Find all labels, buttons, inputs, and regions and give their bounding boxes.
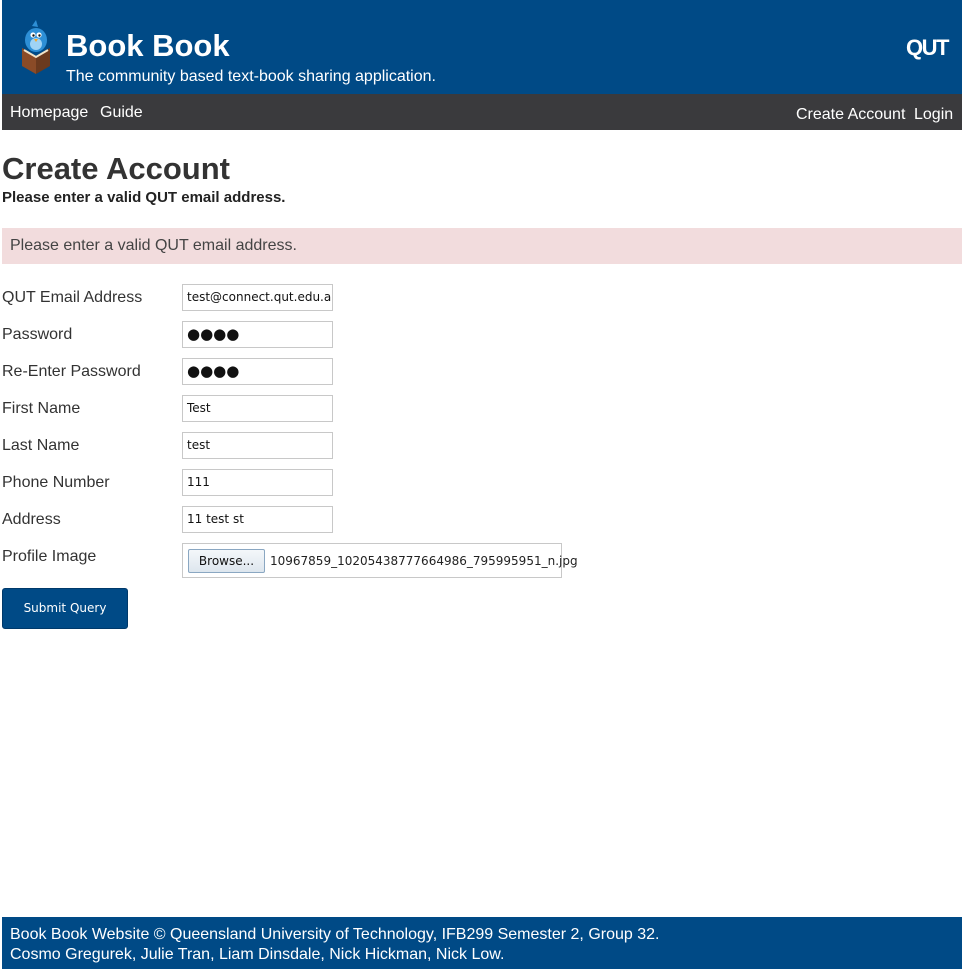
first-name-field[interactable]: Test <box>182 395 333 422</box>
email-label: QUT Email Address <box>2 289 143 306</box>
footer-credits: Cosmo Gregurek, Julie Tran, Liam Dinsdal… <box>10 946 505 963</box>
first-name-label: First Name <box>2 400 81 417</box>
password-label: Password <box>2 326 73 343</box>
profile-image-file-input[interactable]: Browse... 10967859_10205438777664986_795… <box>182 543 578 578</box>
site-footer: Book Book Website © Queensland Universit… <box>2 917 962 969</box>
site-header: Book Book The community based text-book … <box>2 0 962 94</box>
nav-link-homepage[interactable]: Homepage <box>10 103 88 123</box>
address-field[interactable]: 11 test st <box>182 506 333 533</box>
page-subtitle: Please enter a valid QUT email address. <box>2 189 286 206</box>
site-tagline: The community based text-book sharing ap… <box>66 68 436 85</box>
nav-link-guide[interactable]: Guide <box>100 103 143 123</box>
page-title: Create Account <box>2 151 230 186</box>
error-alert: Please enter a valid QUT email address. <box>2 228 962 264</box>
password-field[interactable]: ●●●● <box>182 321 333 348</box>
address-label: Address <box>2 511 61 528</box>
last-name-label: Last Name <box>2 437 80 454</box>
page: Book Book The community based text-book … <box>0 0 962 969</box>
email-field[interactable]: test@connect.qut.edu.au <box>182 284 333 311</box>
main-navigation: Homepage Guide Create Account Login <box>2 94 962 130</box>
site-title[interactable]: Book Book <box>66 26 230 66</box>
reenter-password-label: Re-Enter Password <box>2 363 141 380</box>
last-name-field[interactable]: test <box>182 432 333 459</box>
nav-link-login[interactable]: Login <box>914 105 953 125</box>
profile-image-label: Profile Image <box>2 548 97 565</box>
phone-number-field[interactable]: 111 <box>182 469 333 496</box>
submit-button[interactable]: Submit Query <box>2 588 128 629</box>
qut-logo[interactable]: QUT <box>906 35 949 61</box>
browse-button[interactable]: Browse... <box>188 549 265 573</box>
selected-file-name: 10967859_10205438777664986_795995951_n.j… <box>270 554 578 568</box>
book-mascot-icon <box>16 18 56 74</box>
nav-link-create-account[interactable]: Create Account <box>796 105 905 125</box>
phone-number-label: Phone Number <box>2 474 110 491</box>
reenter-password-field[interactable]: ●●●● <box>182 358 333 385</box>
footer-copyright: Book Book Website © Queensland Universit… <box>10 926 660 943</box>
